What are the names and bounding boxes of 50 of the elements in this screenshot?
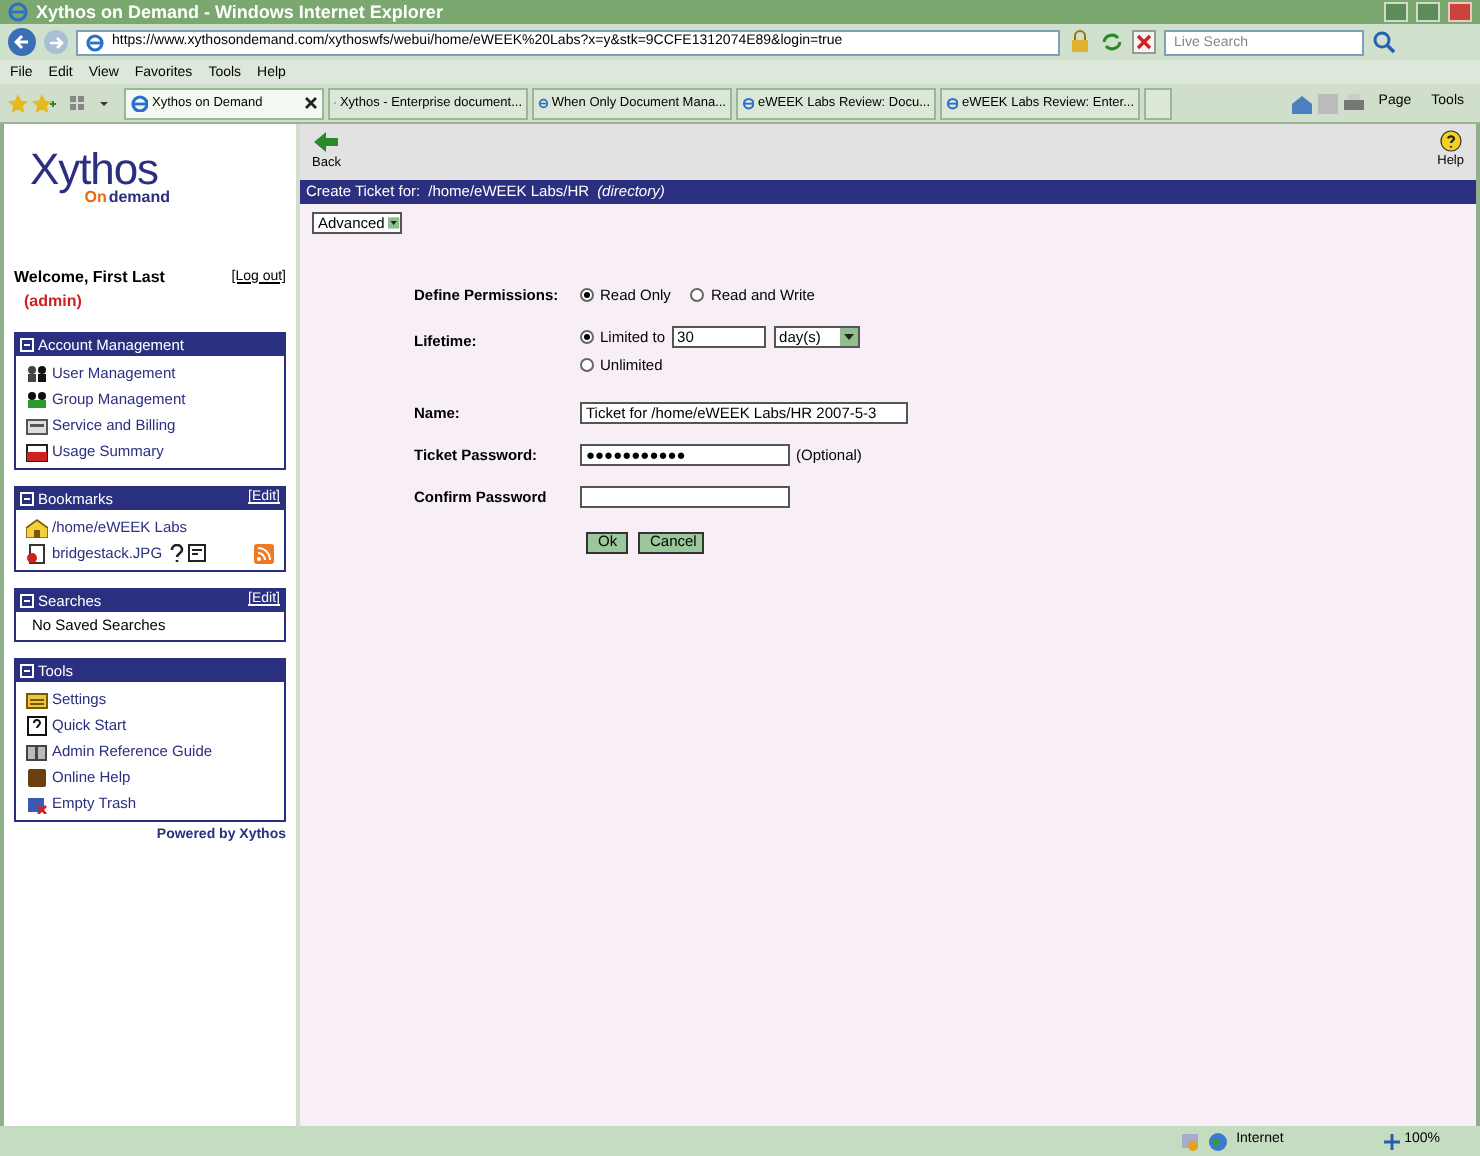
- refresh-icon: [1100, 30, 1124, 54]
- window-title: Xythos on Demand - Windows Internet Explorer: [36, 3, 443, 21]
- dropdown-arrow-icon: [839, 328, 858, 347]
- question-icon: [170, 544, 185, 562]
- help-book-icon: [26, 767, 48, 787]
- card-reader-icon: [26, 415, 48, 435]
- tab-grid-icon: [68, 93, 112, 113]
- printer-icon: [1342, 93, 1367, 113]
- radio-button[interactable]: [580, 330, 594, 345]
- globe-icon: [1208, 1131, 1229, 1151]
- stop-icon: [1132, 30, 1156, 54]
- collapse-icon: [20, 492, 34, 506]
- star-icon: [8, 93, 28, 113]
- left-arrow-icon: [14, 34, 30, 50]
- rss-icon: [254, 543, 274, 563]
- radio-button[interactable]: [690, 288, 705, 303]
- collapse-icon: [20, 594, 34, 608]
- folder-icon: [26, 441, 48, 461]
- close-button[interactable]: [1448, 2, 1472, 22]
- right-arrow-icon: [49, 35, 63, 49]
- security-icon: [1180, 1131, 1201, 1151]
- left-arrow-icon: [314, 130, 339, 154]
- browser-icon: [8, 2, 28, 22]
- radio-button[interactable]: [580, 288, 594, 303]
- welcome-text: Welcome, First Last: [14, 266, 165, 290]
- house-icon: [26, 517, 48, 537]
- collapse-icon: [20, 338, 34, 352]
- users-icon: [26, 363, 48, 383]
- radio-button[interactable]: [580, 357, 594, 372]
- add-favorite-icon: [32, 93, 56, 113]
- edit-note-icon: [188, 544, 209, 562]
- help-icon: [1439, 130, 1462, 152]
- role-label: (admin): [24, 290, 82, 314]
- question-page-icon: [26, 715, 48, 735]
- close-icon: [304, 96, 318, 110]
- back-arrow-button[interactable]: [8, 28, 36, 56]
- maximize-button[interactable]: [1416, 2, 1440, 22]
- lock-icon: [1068, 30, 1092, 54]
- zoom-icon: [1384, 1133, 1401, 1149]
- trash-icon: [26, 793, 48, 813]
- settings-icon: [26, 689, 48, 709]
- minimize-button[interactable]: [1384, 2, 1408, 22]
- search-icon: [1372, 30, 1396, 54]
- image-file-icon: [26, 543, 48, 563]
- book-icon: [26, 741, 48, 761]
- home-icon: [1290, 93, 1315, 113]
- xythos-logo: Xythos Ondemand: [30, 148, 170, 206]
- password-field[interactable]: [580, 486, 790, 509]
- collapse-icon: [20, 664, 34, 678]
- group-icon: [26, 389, 48, 409]
